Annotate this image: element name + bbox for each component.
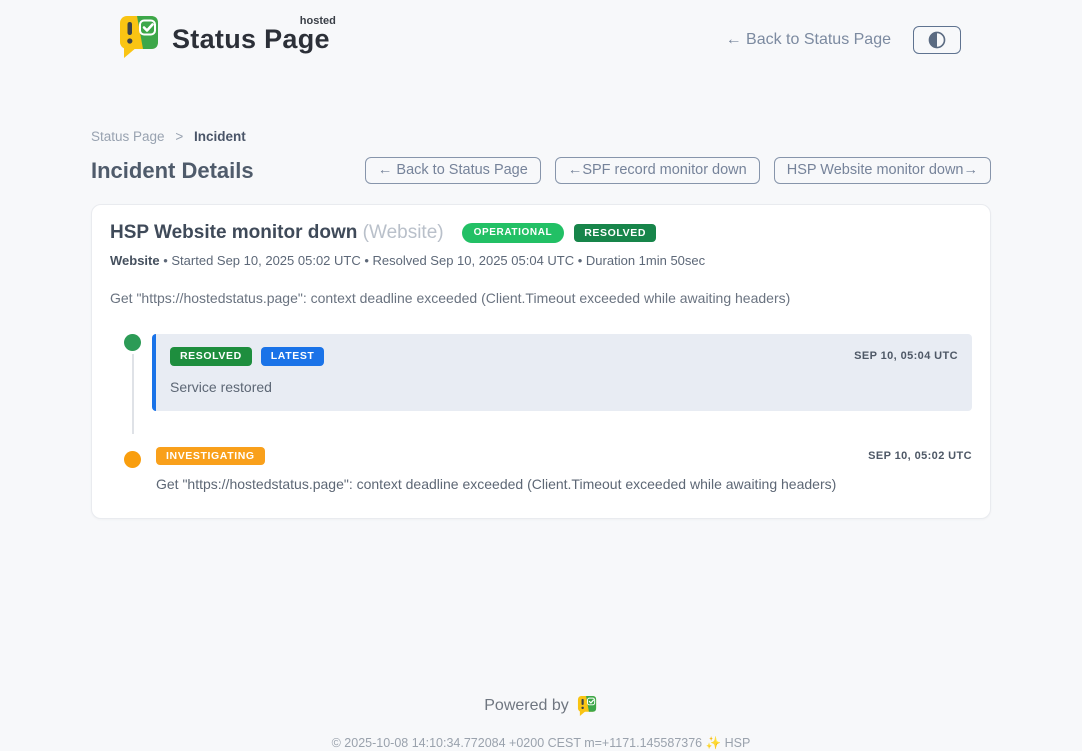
incident-title-row: HSP Website monitor down (Website) OPERA…	[110, 222, 972, 244]
brand-name: Status Page	[172, 24, 330, 54]
header: Status Page hosted ← Back to Status Page	[0, 0, 1082, 65]
back-to-status-page-button[interactable]: ← Back to Status Page	[365, 157, 541, 184]
timeline-connector-line	[132, 354, 134, 434]
next-incident-button[interactable]: HSP Website monitor down→	[774, 157, 991, 184]
breadcrumb-separator: >	[175, 129, 183, 144]
timeline-dot-green	[124, 334, 141, 351]
prev-incident-button[interactable]: ←SPF record monitor down	[555, 157, 760, 184]
powered-by-label: Powered by	[484, 697, 569, 715]
timeline-message: Service restored	[170, 379, 958, 395]
theme-toggle-button[interactable]	[913, 26, 961, 54]
copyright-text: © 2025-10-08 14:10:34.772084 +0200 CEST …	[0, 736, 1082, 751]
timeline-entry-header: INVESTIGATING SEP 10, 05:02 UTC	[156, 447, 972, 466]
incident-nav-buttons: ← Back to Status Page ←SPF record monito…	[365, 157, 991, 184]
contrast-half-circle-icon	[926, 29, 948, 51]
timeline-timestamp: SEP 10, 05:04 UTC	[854, 350, 958, 362]
incident-title-text: HSP Website monitor down	[110, 222, 357, 243]
page-root: Status Page hosted ← Back to Status Page…	[0, 0, 1082, 751]
incident-description: Get "https://hostedstatus.page": context…	[110, 290, 972, 306]
incident-meta-component: Website	[110, 253, 160, 268]
brand-logo[interactable]: Status Page hosted	[118, 14, 330, 65]
incident-title: HSP Website monitor down (Website)	[110, 222, 444, 244]
powered-by: Powered by	[0, 695, 1082, 717]
brand-superscript: hosted	[300, 15, 336, 27]
footer: Powered by © 2025-10-08 14:10:34.772084 …	[0, 695, 1082, 751]
brand-title: Status Page hosted	[172, 24, 330, 55]
operational-status-badge: OPERATIONAL	[462, 223, 565, 243]
incident-meta-details: • Started Sep 10, 2025 05:02 UTC • Resol…	[160, 253, 706, 268]
timeline-entry-card: INVESTIGATING SEP 10, 05:02 UTC Get "htt…	[152, 447, 972, 493]
investigating-badge: INVESTIGATING	[156, 447, 265, 466]
timeline-timestamp: SEP 10, 05:02 UTC	[868, 450, 972, 462]
back-to-status-page-link[interactable]: ← Back to Status Page	[726, 31, 891, 49]
timeline-message: Get "https://hostedstatus.page": context…	[156, 476, 972, 492]
timeline-dot-orange	[124, 451, 141, 468]
resolved-badge: RESOLVED	[170, 347, 252, 366]
incident-card: HSP Website monitor down (Website) OPERA…	[91, 204, 991, 519]
breadcrumb-status-page[interactable]: Status Page	[91, 129, 165, 144]
breadcrumb-incident: Incident	[194, 129, 246, 144]
incident-component: (Website)	[363, 222, 444, 243]
timeline-entry-resolved: RESOLVED LATEST SEP 10, 05:04 UTC Servic…	[110, 334, 972, 411]
timeline-entry-card: RESOLVED LATEST SEP 10, 05:04 UTC Servic…	[152, 334, 972, 411]
statuspage-logo-icon	[118, 14, 162, 65]
latest-badge: LATEST	[261, 347, 325, 366]
timeline-entry-investigating: INVESTIGATING SEP 10, 05:02 UTC Get "htt…	[110, 447, 972, 493]
resolved-status-badge: RESOLVED	[574, 224, 656, 243]
breadcrumb: Status Page > Incident	[91, 129, 991, 144]
timeline-entry-header: RESOLVED LATEST SEP 10, 05:04 UTC	[170, 347, 958, 366]
title-row: Incident Details ← Back to Status Page ←…	[91, 157, 991, 184]
main-content: Status Page > Incident Incident Details …	[91, 129, 991, 519]
header-actions: ← Back to Status Page	[726, 26, 961, 54]
incident-timeline: RESOLVED LATEST SEP 10, 05:04 UTC Servic…	[110, 334, 972, 492]
page-title: Incident Details	[91, 158, 254, 184]
incident-meta: Website • Started Sep 10, 2025 05:02 UTC…	[110, 253, 972, 268]
statuspage-mini-logo-icon[interactable]	[577, 695, 598, 717]
